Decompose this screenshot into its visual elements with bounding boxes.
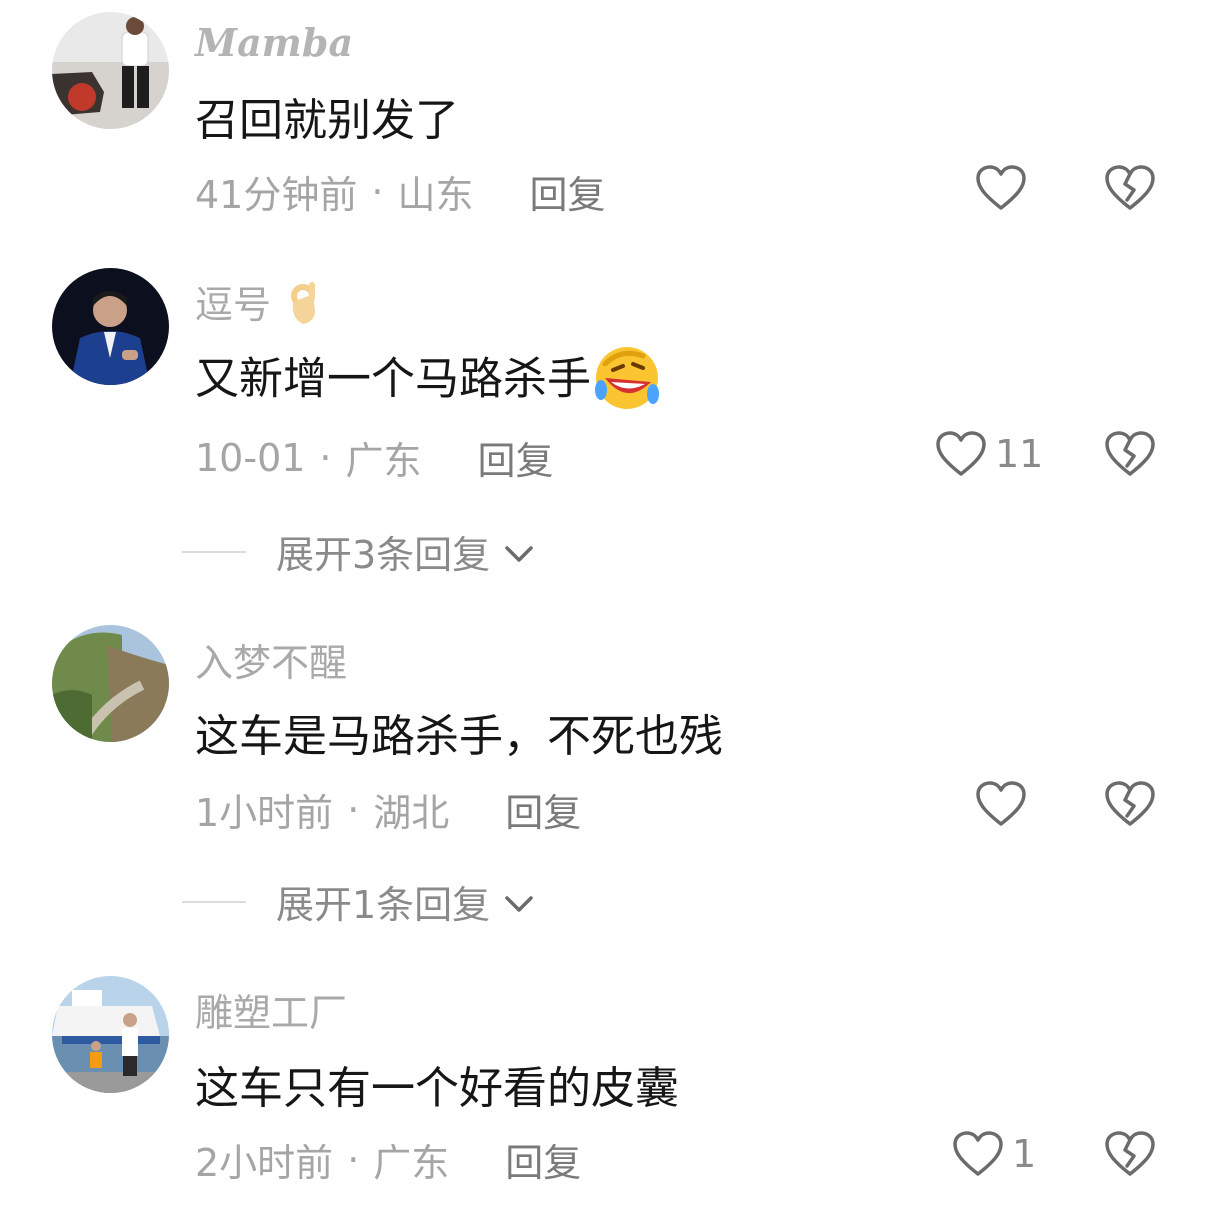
dislike-button[interactable]	[1104, 780, 1156, 828]
heart-outline-icon	[952, 1130, 1004, 1178]
timestamp: 2小时前	[195, 1141, 334, 1185]
broken-heart-icon	[1104, 780, 1156, 828]
reply-button[interactable]: 回复	[505, 782, 581, 837]
dislike-button[interactable]	[1104, 430, 1156, 478]
divider-line	[182, 550, 246, 553]
expand-replies-label: 展开3条回复	[276, 533, 491, 577]
reply-button[interactable]: 回复	[529, 164, 605, 219]
avatar[interactable]	[52, 268, 169, 385]
username-text: 逗号	[195, 283, 272, 327]
heart-outline-icon	[975, 780, 1027, 828]
comment-meta: 1小时前 · 湖北 回复	[195, 782, 581, 837]
reply-button[interactable]: 回复	[505, 1132, 581, 1187]
dislike-button[interactable]	[1104, 1130, 1156, 1178]
meta-separator: ·	[347, 787, 360, 832]
like-count: 11	[995, 432, 1044, 476]
avatar[interactable]	[52, 976, 169, 1093]
broken-heart-icon	[1104, 430, 1156, 478]
avatar[interactable]	[52, 12, 169, 129]
divider-line	[182, 900, 246, 903]
like-button[interactable]: 1	[952, 1130, 1036, 1178]
timestamp: 10-01	[195, 435, 306, 480]
reply-button[interactable]: 回复	[478, 430, 554, 485]
location: 广东	[345, 439, 422, 483]
comment-text-body: 又新增一个马路杀手	[195, 353, 591, 405]
rolling-laughing-emoji	[591, 342, 663, 421]
timestamp: 1小时前	[195, 791, 334, 835]
username[interactable]: 入梦不醒	[195, 632, 347, 687]
username[interactable]: 逗号	[195, 274, 323, 335]
location: 山东	[397, 173, 474, 217]
chevron-down-icon	[490, 880, 536, 924]
heart-outline-icon	[935, 430, 987, 478]
comment-meta: 10-01 · 广东 回复	[195, 430, 554, 485]
chevron-down-icon	[490, 530, 536, 574]
expand-replies-button[interactable]: 展开1条回复	[182, 874, 536, 929]
comment-text: 这车是马路杀手，不死也残	[195, 711, 723, 762]
comment-meta: 41分钟前 · 山东 回复	[195, 164, 605, 219]
meta-separator: ·	[371, 169, 384, 214]
comment-text: 这车只有一个好看的皮囊	[195, 1063, 679, 1114]
broken-heart-icon	[1104, 164, 1156, 212]
username[interactable]: Mamba	[195, 20, 353, 65]
meta-separator: ·	[319, 435, 332, 480]
like-button[interactable]	[975, 164, 1027, 212]
expand-replies-button[interactable]: 展开3条回复	[182, 524, 536, 579]
location: 湖北	[373, 791, 450, 835]
broken-heart-icon	[1104, 1130, 1156, 1178]
comment-meta: 2小时前 · 广东 回复	[195, 1132, 581, 1187]
expand-replies-label: 展开1条回复	[276, 883, 491, 927]
comment-text: 又新增一个马路杀手	[195, 342, 663, 421]
meta-separator: ·	[347, 1137, 360, 1182]
avatar[interactable]	[52, 625, 169, 742]
like-button[interactable]: 11	[935, 430, 1043, 478]
location: 广东	[373, 1141, 450, 1185]
ok-hand-emoji	[283, 280, 323, 335]
comment-text: 召回就别发了	[195, 95, 459, 146]
username[interactable]: 雕塑工厂	[195, 982, 347, 1037]
heart-outline-icon	[975, 164, 1027, 212]
timestamp: 41分钟前	[195, 173, 358, 217]
like-button[interactable]	[975, 780, 1027, 828]
dislike-button[interactable]	[1104, 164, 1156, 212]
like-count: 1	[1012, 1132, 1037, 1176]
